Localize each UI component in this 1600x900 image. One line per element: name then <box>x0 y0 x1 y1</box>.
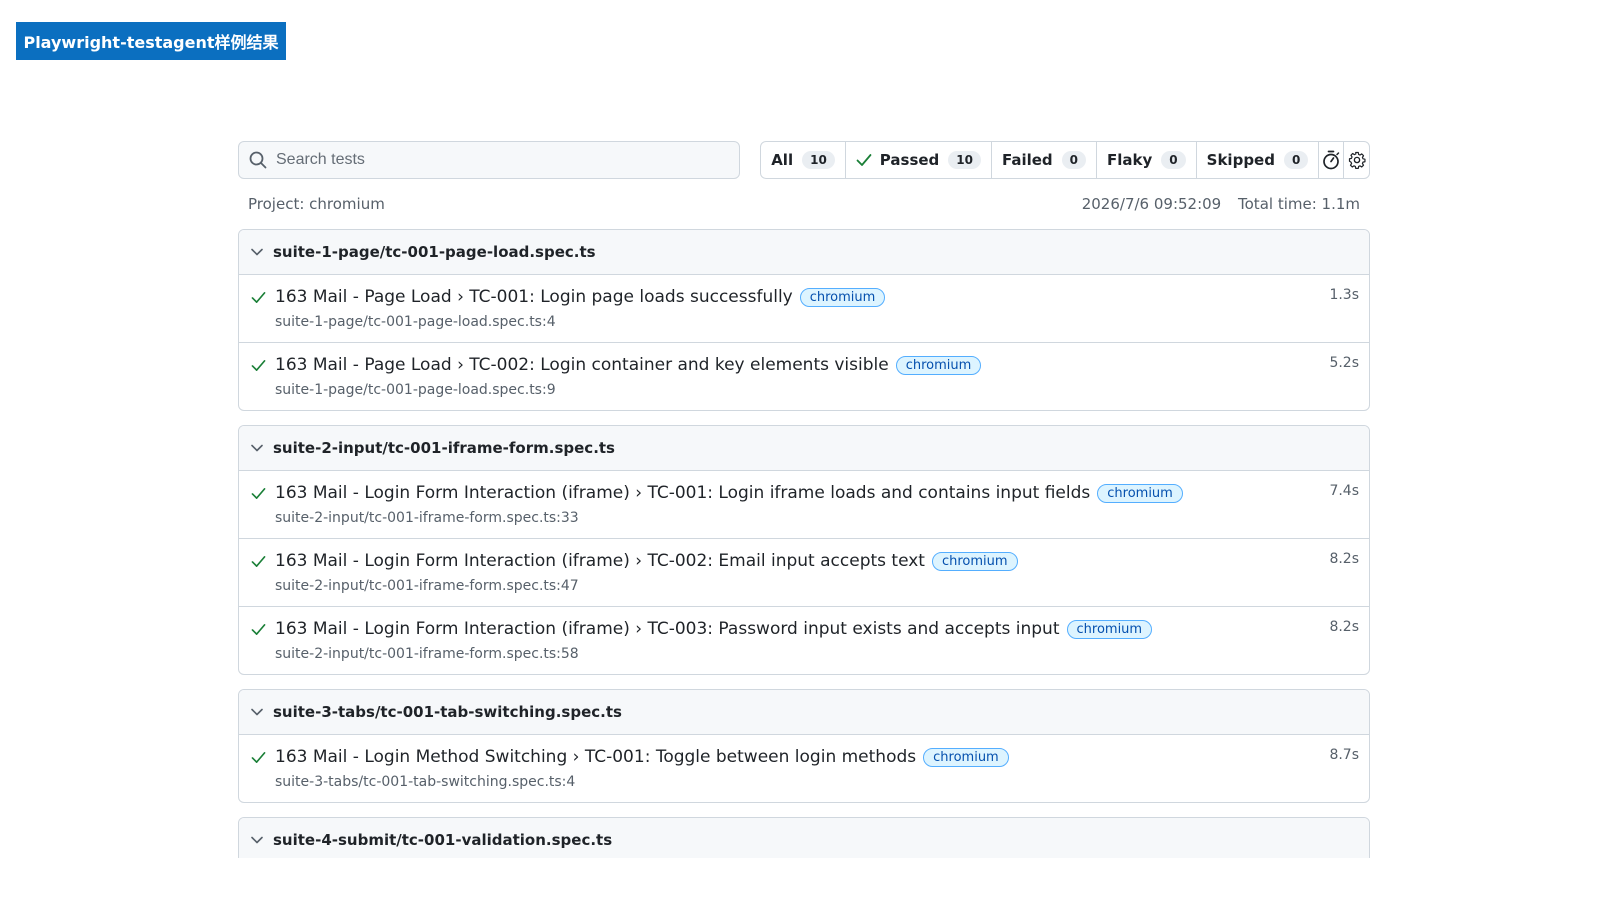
check-icon <box>856 154 872 166</box>
filter-flaky-count: 0 <box>1161 151 1186 169</box>
test-title: 163 Mail - Page Load › TC-001: Login pag… <box>275 287 793 307</box>
filter-skipped-count: 0 <box>1283 151 1309 169</box>
filter-failed-count: 0 <box>1061 151 1087 169</box>
filter-all-count: 10 <box>802 151 835 169</box>
check-icon <box>251 751 266 763</box>
test-location: suite-1-page/tc-001-page-load.spec.ts:9 <box>275 382 556 398</box>
filter-failed-label: Failed <box>1001 151 1053 169</box>
check-icon <box>251 359 266 371</box>
search-icon <box>249 151 267 169</box>
check-icon <box>251 623 266 635</box>
test-row[interactable]: 163 Mail - Login Form Interaction (ifram… <box>239 538 1369 606</box>
speedboard-button[interactable] <box>1319 142 1345 178</box>
suite-title: suite-3-tabs/tc-001-tab-switching.spec.t… <box>273 703 622 721</box>
test-location: suite-2-input/tc-001-iframe-form.spec.ts… <box>275 646 579 662</box>
test-duration: 5.2s <box>1329 355 1359 371</box>
test-title: 163 Mail - Login Method Switching › TC-0… <box>275 747 917 767</box>
suite-card: suite-2-input/tc-001-iframe-form.spec.ts… <box>238 425 1370 675</box>
suite-title: suite-1-page/tc-001-page-load.spec.ts <box>273 243 596 261</box>
test-location: suite-1-page/tc-001-page-load.spec.ts:4 <box>275 314 556 330</box>
test-duration: 7.4s <box>1329 483 1359 499</box>
stopwatch-icon <box>1323 150 1340 170</box>
filter-passed-count: 10 <box>948 151 981 169</box>
chevron-down-icon <box>251 248 263 256</box>
test-title: 163 Mail - Login Form Interaction (ifram… <box>275 551 925 571</box>
suite-card: suite-3-tabs/tc-001-tab-switching.spec.t… <box>238 689 1370 803</box>
project-label: Project: chromium <box>248 195 385 213</box>
test-report: All 10 Passed 10 Failed 0 Flaky 0 Skippe… <box>238 141 1370 858</box>
test-row[interactable]: 163 Mail - Login Method Switching › TC-0… <box>239 734 1369 802</box>
test-duration: 8.7s <box>1329 747 1359 763</box>
test-location: suite-3-tabs/tc-001-tab-switching.spec.t… <box>275 774 576 790</box>
suite-card: suite-4-submit/tc-001-validation.spec.ts <box>238 817 1370 858</box>
suite-title: suite-2-input/tc-001-iframe-form.spec.ts <box>273 439 615 457</box>
test-title: 163 Mail - Login Form Interaction (ifram… <box>275 483 1091 503</box>
check-icon <box>251 291 266 303</box>
project-tag[interactable]: chromium <box>895 355 982 375</box>
project-tag[interactable]: chromium <box>1066 619 1153 639</box>
project-tag[interactable]: chromium <box>923 747 1009 767</box>
test-duration: 1.3s <box>1329 287 1359 303</box>
status-filters: All 10 Passed 10 Failed 0 Flaky 0 Skippe… <box>760 141 1370 179</box>
check-icon <box>251 555 266 567</box>
test-location: suite-2-input/tc-001-iframe-form.spec.ts… <box>275 510 579 526</box>
test-title: 163 Mail - Page Load › TC-002: Login con… <box>275 355 889 375</box>
suite-header[interactable]: suite-3-tabs/tc-001-tab-switching.spec.t… <box>239 690 1369 734</box>
search-box <box>238 141 741 179</box>
settings-button[interactable] <box>1344 142 1369 178</box>
filter-passed-label: Passed <box>879 151 940 169</box>
filter-flaky-label: Flaky <box>1107 151 1153 169</box>
filter-skipped[interactable]: Skipped 0 <box>1197 142 1320 178</box>
project-tag[interactable]: chromium <box>799 287 886 307</box>
run-timestamp: 2026/7/6 09:52:09 <box>1081 195 1222 213</box>
filter-all-label: All <box>771 151 794 169</box>
filter-failed[interactable]: Failed 0 <box>992 142 1098 178</box>
test-duration: 8.2s <box>1329 551 1359 567</box>
test-row[interactable]: 163 Mail - Page Load › TC-001: Login pag… <box>239 274 1369 342</box>
test-title: 163 Mail - Login Form Interaction (ifram… <box>275 619 1060 639</box>
suite-title: suite-4-submit/tc-001-validation.spec.ts <box>273 831 613 849</box>
test-duration: 8.2s <box>1329 619 1359 635</box>
run-info: 2026/7/6 09:52:09 Total time: 1.1m <box>1082 195 1360 213</box>
test-row[interactable]: 163 Mail - Login Form Interaction (ifram… <box>239 606 1369 674</box>
test-row[interactable]: 163 Mail - Page Load › TC-002: Login con… <box>239 342 1369 410</box>
project-tag[interactable]: chromium <box>931 551 1018 571</box>
toolbar: All 10 Passed 10 Failed 0 Flaky 0 Skippe… <box>238 141 1370 179</box>
report-meta: Project: chromium 2026/7/6 09:52:09 Tota… <box>238 179 1370 229</box>
suite-card: suite-1-page/tc-001-page-load.spec.ts 16… <box>238 229 1370 411</box>
filter-all[interactable]: All 10 <box>761 142 846 178</box>
test-row[interactable]: 163 Mail - Login Form Interaction (ifram… <box>239 470 1369 538</box>
filter-flaky[interactable]: Flaky 0 <box>1097 142 1197 178</box>
suite-header[interactable]: suite-4-submit/tc-001-validation.spec.ts <box>239 818 1369 858</box>
gear-icon <box>1348 151 1366 169</box>
project-tag[interactable]: chromium <box>1097 483 1183 503</box>
suite-header[interactable]: suite-2-input/tc-001-iframe-form.spec.ts <box>239 426 1369 470</box>
suite-header[interactable]: suite-1-page/tc-001-page-load.spec.ts <box>239 230 1369 274</box>
filter-skipped-label: Skipped <box>1206 151 1275 169</box>
chevron-down-icon <box>251 444 263 452</box>
total-time: Total time: 1.1m <box>1238 195 1360 213</box>
search-input[interactable] <box>276 151 730 169</box>
chevron-down-icon <box>251 836 263 844</box>
test-location: suite-2-input/tc-001-iframe-form.spec.ts… <box>275 578 579 594</box>
filter-passed[interactable]: Passed 10 <box>846 142 992 178</box>
chevron-down-icon <box>251 708 263 716</box>
check-icon <box>251 487 266 499</box>
viewport-clip: All 10 Passed 10 Failed 0 Flaky 0 Skippe… <box>0 0 1600 858</box>
